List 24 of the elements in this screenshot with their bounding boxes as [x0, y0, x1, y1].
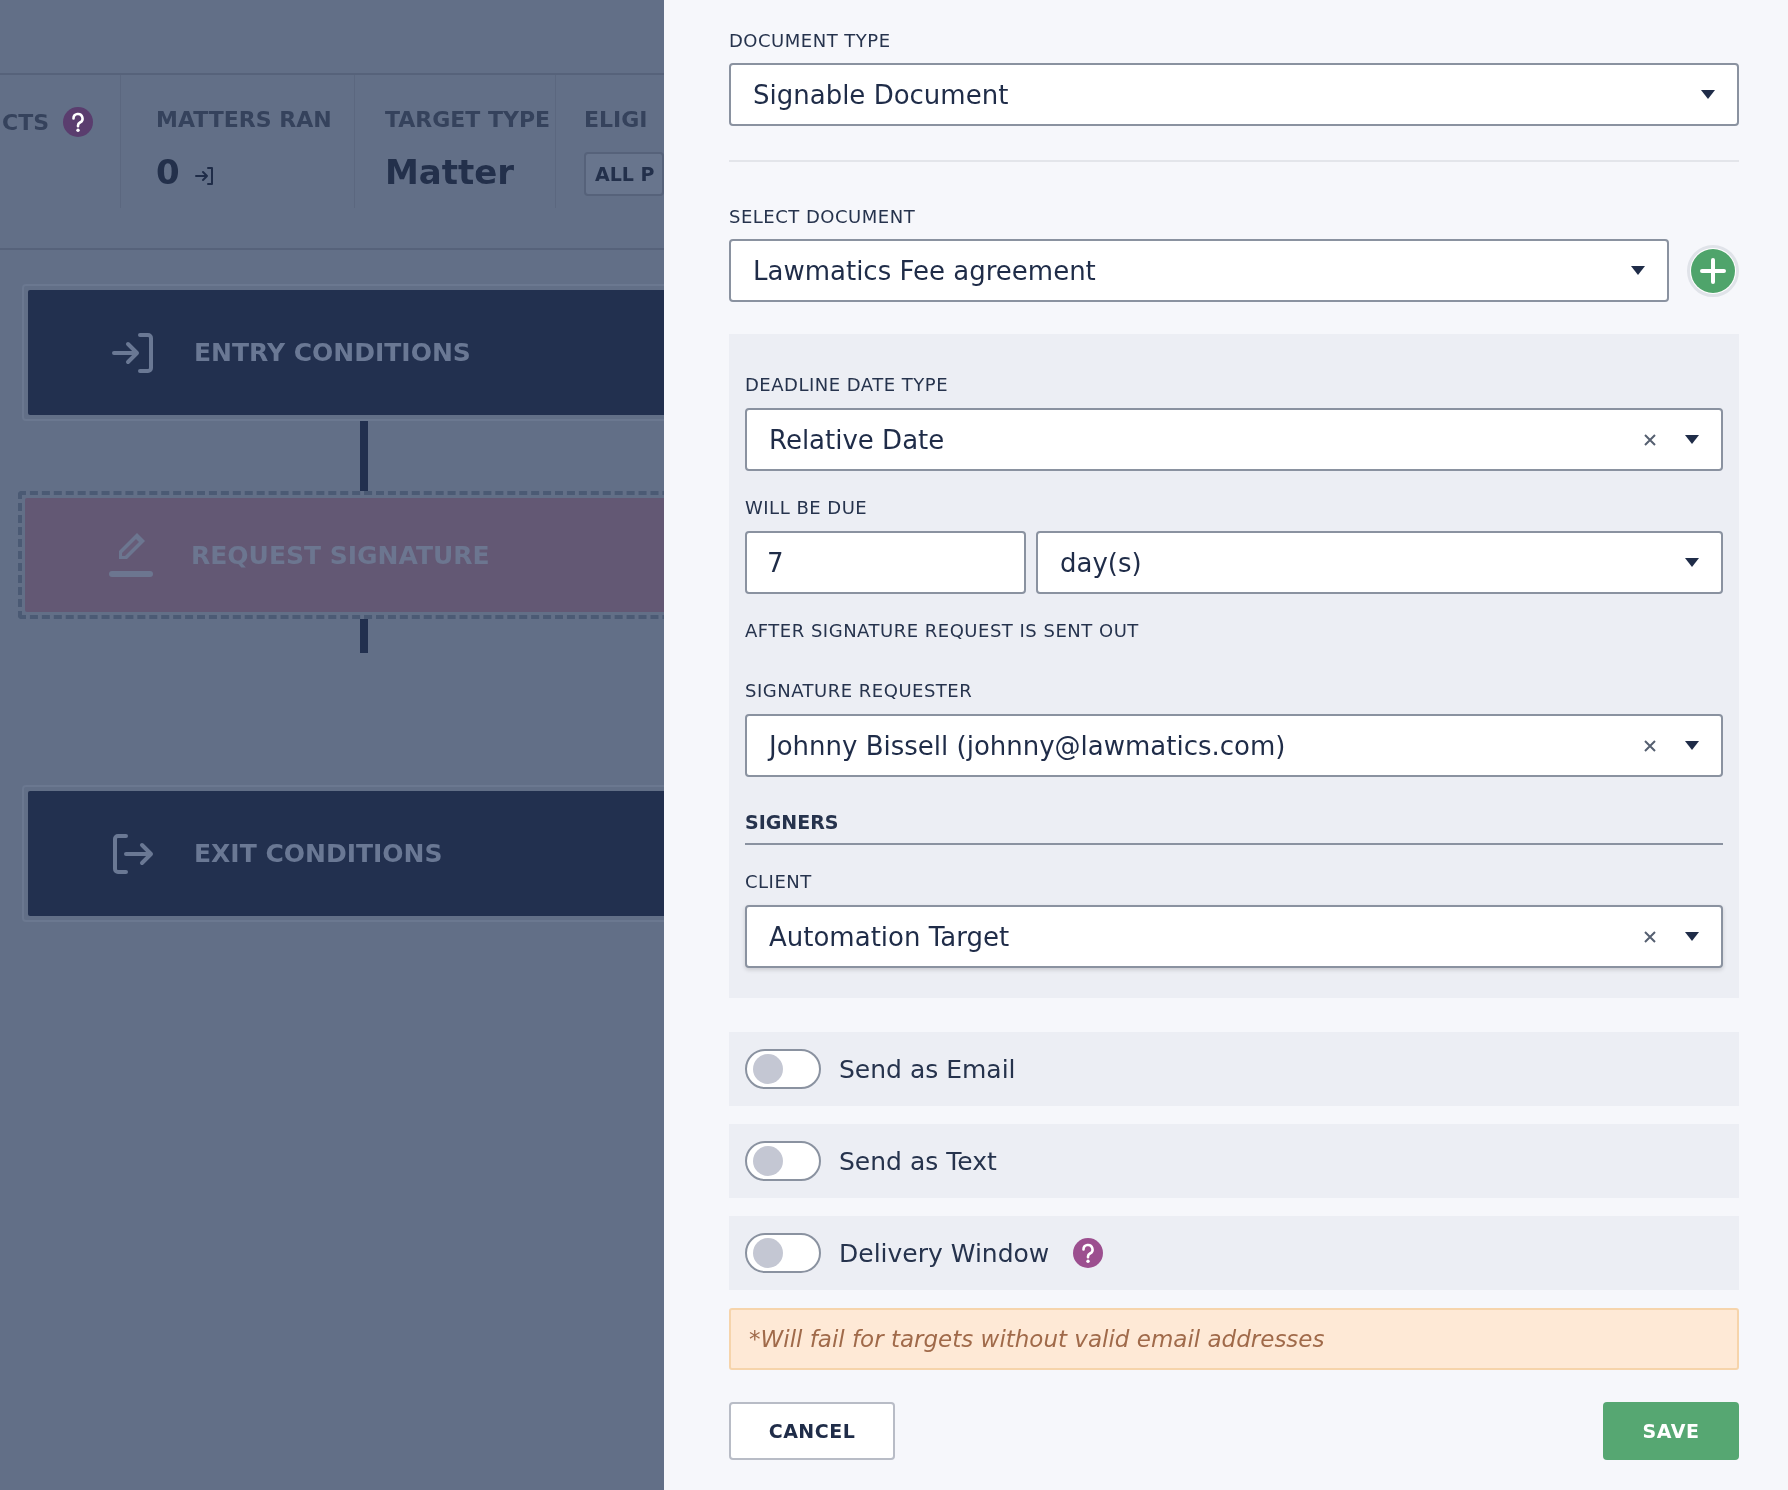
toggle-label: Send as Email	[839, 1054, 1016, 1084]
section-heading: SIGNERS	[745, 811, 1723, 845]
warning-message: *Will fail for targets without valid email addresses	[729, 1308, 1739, 1370]
stat-value: Matter	[385, 152, 516, 192]
card-title: EXIT CONDITIONS	[194, 839, 443, 868]
cancel-button[interactable]: CANCEL	[729, 1402, 895, 1460]
field-label: SELECT DOCUMENT	[729, 206, 917, 227]
note-text: AFTER SIGNATURE REQUEST IS SENT OUT	[745, 620, 1140, 641]
dropdown[interactable]: Johnny Bissell (johnny@lawmatics.com)	[745, 714, 1723, 777]
number-input[interactable]: 7	[745, 531, 1026, 594]
field-label: DOCUMENT TYPE	[729, 30, 892, 51]
card-title: ENTRY CONDITIONS	[194, 338, 471, 367]
field-label: WILL BE DUE	[745, 497, 869, 518]
stat-value: 0	[156, 152, 180, 192]
dropdown[interactable]: Lawmatics Fee agreement	[729, 239, 1669, 302]
toggle-label: Delivery Window	[839, 1238, 1050, 1268]
field-label: DEADLINE DATE TYPE	[745, 374, 950, 395]
dropdown[interactable]: Automation Target	[745, 905, 1723, 968]
field-label: CLIENT	[745, 871, 813, 892]
field-label: SIGNATURE REQUESTER	[745, 680, 974, 701]
dropdown[interactable]: Relative Date	[745, 408, 1723, 471]
dropdown[interactable]: Signable Document	[729, 63, 1739, 126]
toggle-label: Send as Text	[839, 1146, 997, 1176]
dropdown[interactable]: day(s)	[1036, 531, 1723, 594]
